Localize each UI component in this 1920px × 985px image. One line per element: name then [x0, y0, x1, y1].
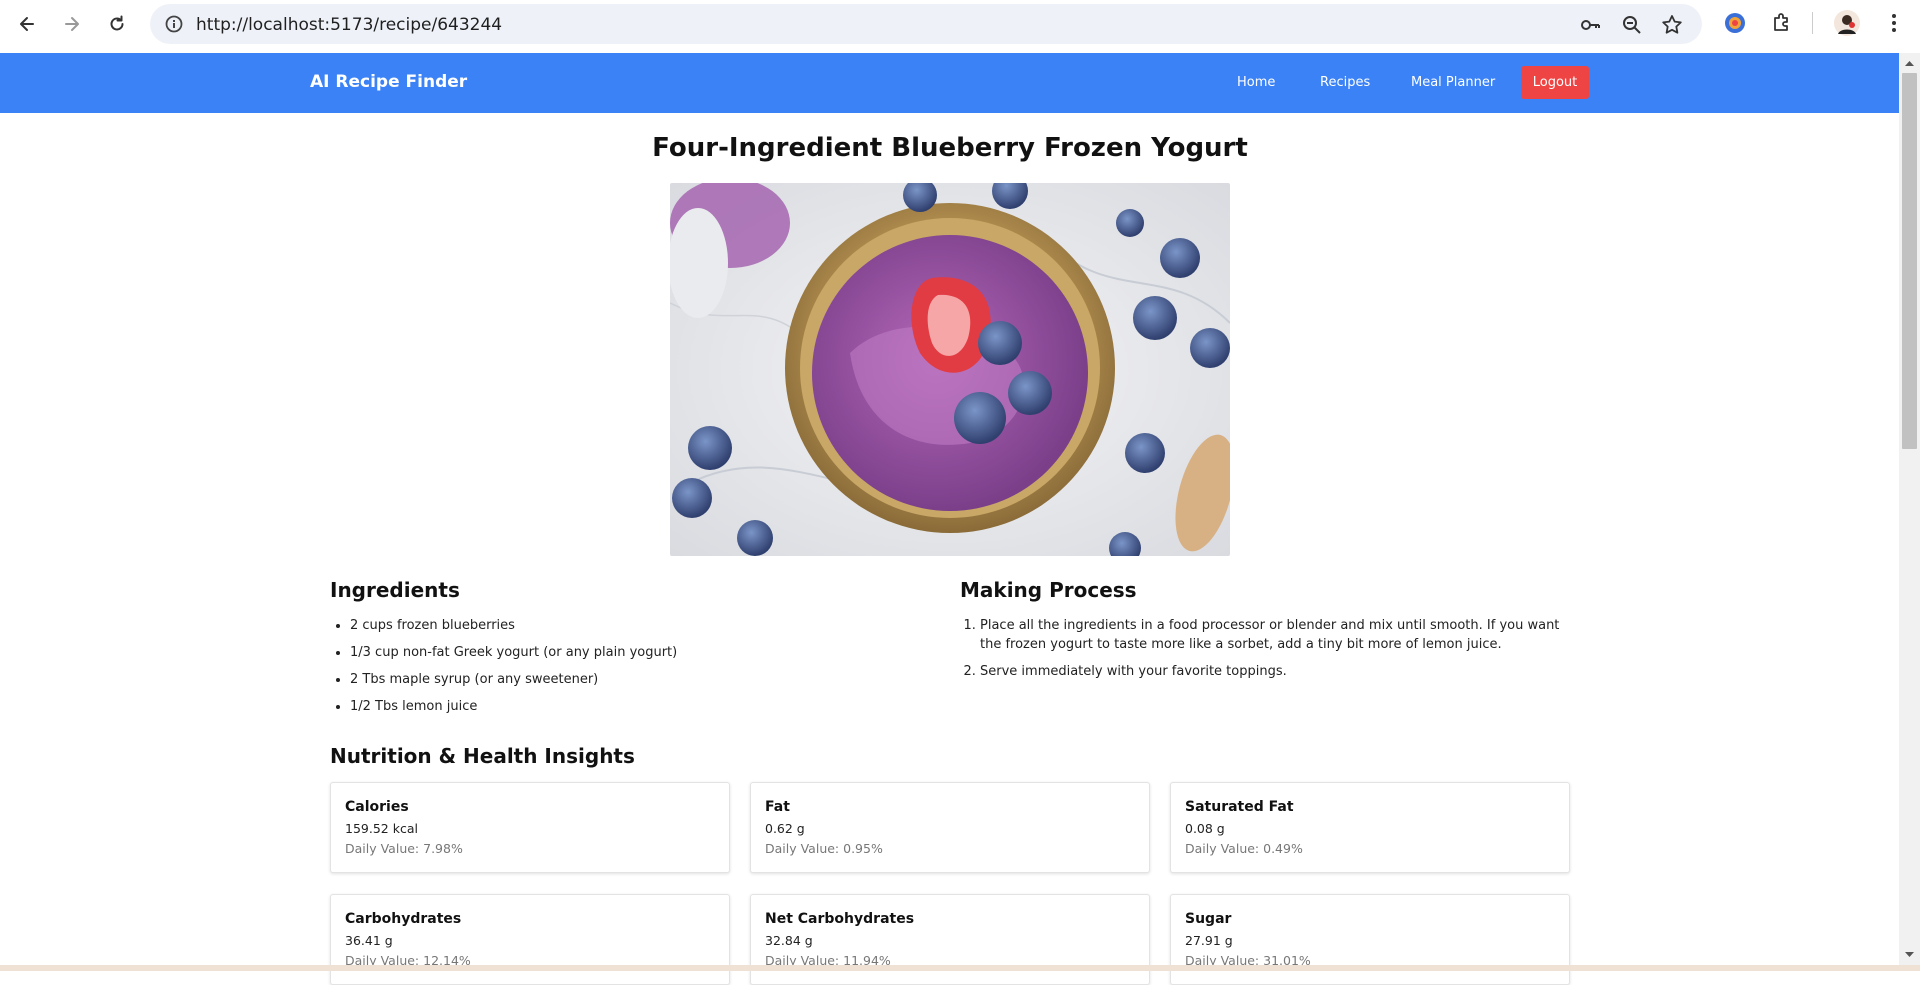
- nutrient-daily-value: Daily Value: 0.49%: [1185, 841, 1303, 856]
- list-item: 1/3 cup non-fat Greek yogurt (or any pla…: [350, 643, 910, 662]
- forward-button[interactable]: [57, 9, 87, 39]
- brand-logo[interactable]: AI Recipe Finder: [310, 72, 467, 92]
- nutrient-name: Net Carbohydrates: [765, 911, 915, 927]
- nutrient-name: Fat: [765, 799, 790, 815]
- kebab-menu-icon[interactable]: [1882, 11, 1906, 35]
- nav-link-meal-planner[interactable]: Meal Planner: [1411, 75, 1495, 90]
- steps-list: Place all the ingredients in a food proc…: [960, 616, 1580, 689]
- reload-icon: [110, 15, 124, 31]
- nutrient-name: Sugar: [1185, 911, 1232, 927]
- ingredients-heading: Ingredients: [330, 578, 460, 602]
- extension-icon[interactable]: [1723, 11, 1747, 35]
- browser-toolbar: http://localhost:5173/recipe/643244: [0, 0, 1920, 53]
- zoom-icon[interactable]: [1620, 13, 1644, 37]
- nutrition-card: Calories 159.52 kcal Daily Value: 7.98%: [330, 782, 730, 873]
- nutrient-amount: 0.62 g: [765, 821, 805, 836]
- list-item: 2 cups frozen blueberries: [350, 616, 910, 635]
- key-icon[interactable]: [1578, 13, 1602, 37]
- arrow-left-icon: [20, 17, 34, 31]
- list-item: 2 Tbs maple syrup (or any sweetener): [350, 670, 910, 689]
- nutrition-card: Sugar 27.91 g Daily Value: 31.01%: [1170, 894, 1570, 985]
- process-heading: Making Process: [960, 578, 1137, 602]
- toolbar-divider: [1812, 12, 1813, 34]
- nutrient-amount: 27.91 g: [1185, 933, 1233, 948]
- url-text[interactable]: http://localhost:5173/recipe/643244: [196, 15, 502, 35]
- nav-link-recipes[interactable]: Recipes: [1320, 75, 1370, 90]
- nutrient-name: Calories: [345, 799, 409, 815]
- recipe-image: [670, 183, 1230, 556]
- info-icon[interactable]: [164, 14, 184, 34]
- nutrition-card: Fat 0.62 g Daily Value: 0.95%: [750, 782, 1150, 873]
- ingredients-list: 2 cups frozen blueberries 1/3 cup non-fa…: [330, 616, 910, 724]
- avatar[interactable]: [1834, 10, 1860, 36]
- arrow-right-icon: [65, 17, 79, 31]
- nutrient-daily-value: Daily Value: 7.98%: [345, 841, 463, 856]
- page-scrollbar[interactable]: [1899, 53, 1920, 965]
- nutrition-card: Net Carbohydrates 32.84 g Daily Value: 1…: [750, 894, 1150, 985]
- list-item: Serve immediately with your favorite top…: [980, 662, 1580, 681]
- nutrition-card: Carbohydrates 36.41 g Daily Value: 12.14…: [330, 894, 730, 985]
- address-bar[interactable]: http://localhost:5173/recipe/643244: [150, 4, 1702, 44]
- back-button[interactable]: [12, 9, 42, 39]
- recipe-title: Four-Ingredient Blueberry Frozen Yogurt: [652, 133, 1248, 163]
- scrollbar-thumb[interactable]: [1902, 73, 1917, 449]
- nutrition-card: Saturated Fat 0.08 g Daily Value: 0.49%: [1170, 782, 1570, 873]
- star-icon[interactable]: [1660, 13, 1684, 37]
- nutrient-amount: 36.41 g: [345, 933, 393, 948]
- scroll-down-icon[interactable]: [1899, 949, 1920, 961]
- nutrition-heading: Nutrition & Health Insights: [330, 744, 635, 768]
- nutrient-name: Saturated Fat: [1185, 799, 1294, 815]
- nutrient-amount: 159.52 kcal: [345, 821, 418, 836]
- bottom-edge-overlay: [0, 965, 1899, 971]
- nav-link-home[interactable]: Home: [1237, 75, 1275, 90]
- nutrient-daily-value: Daily Value: 0.95%: [765, 841, 883, 856]
- logout-button[interactable]: Logout: [1521, 66, 1589, 99]
- nutrient-amount: 32.84 g: [765, 933, 813, 948]
- scroll-up-icon[interactable]: [1899, 57, 1920, 69]
- list-item: Place all the ingredients in a food proc…: [980, 616, 1580, 654]
- nutrient-name: Carbohydrates: [345, 911, 462, 927]
- reload-button[interactable]: [102, 9, 132, 39]
- app-navbar: AI Recipe Finder Home Recipes Meal Plann…: [0, 53, 1899, 113]
- nutrient-amount: 0.08 g: [1185, 821, 1225, 836]
- list-item: 1/2 Tbs lemon juice: [350, 697, 910, 716]
- puzzle-icon[interactable]: [1770, 11, 1794, 35]
